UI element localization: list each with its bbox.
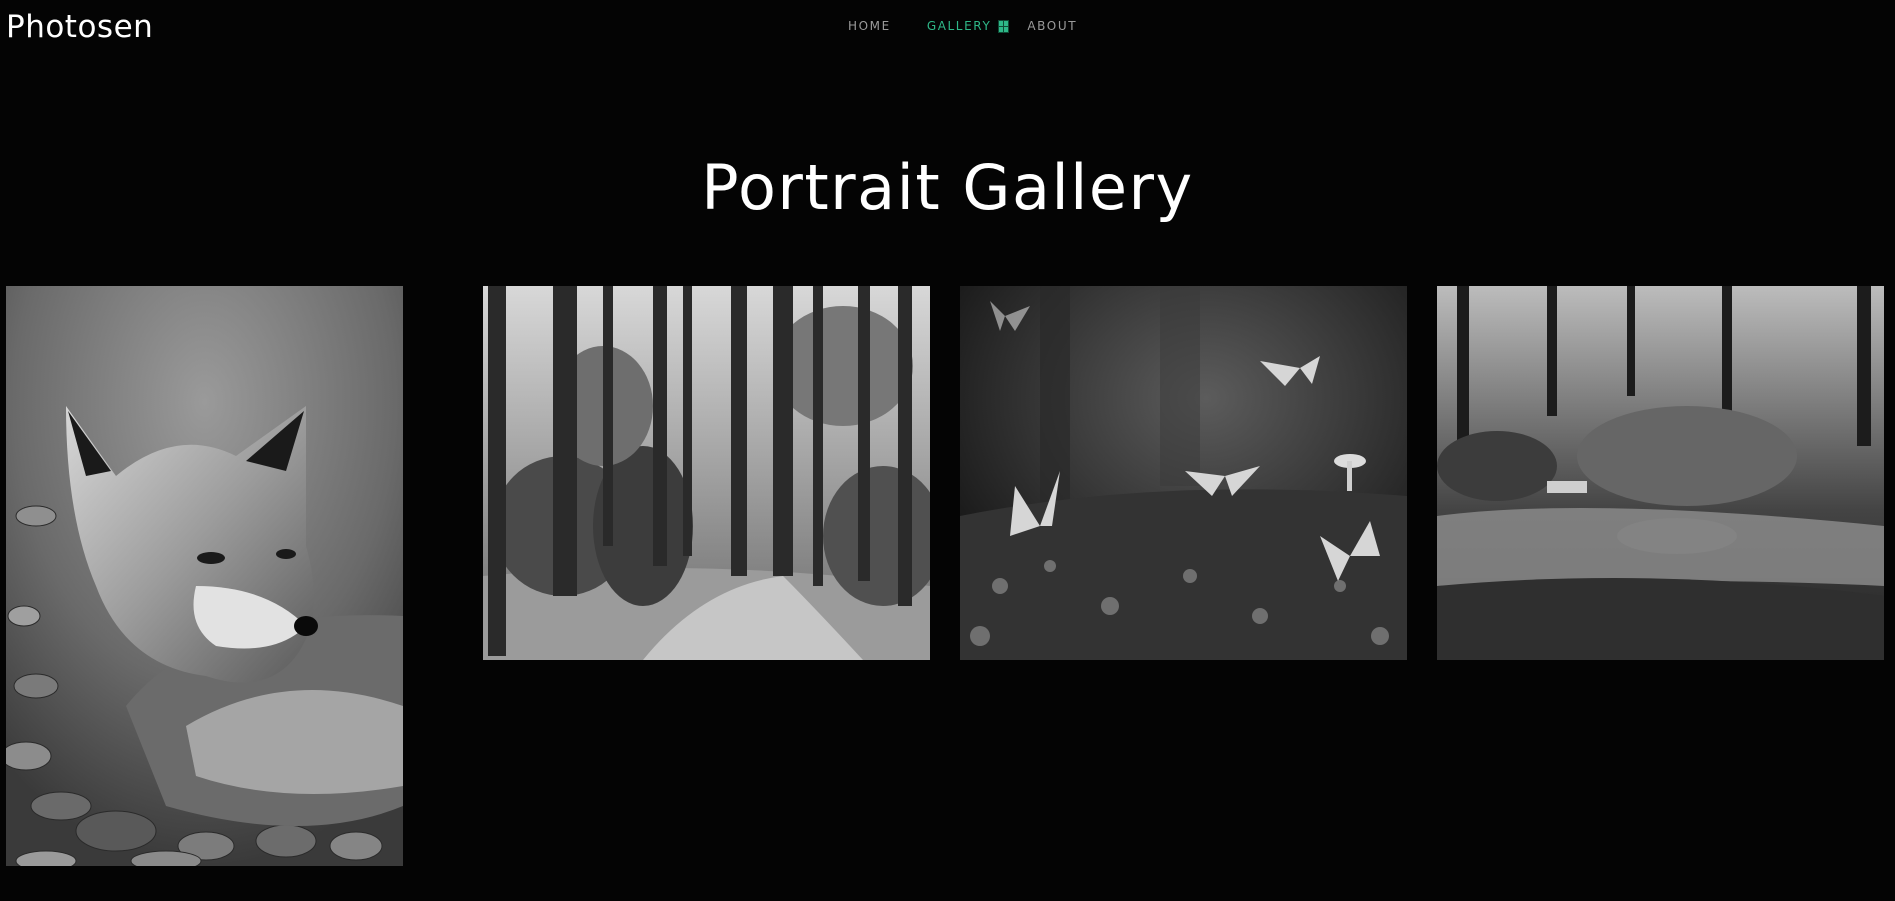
page: Photosen HOME GALLERY ABOUT Portrait Gal… [0, 0, 1895, 901]
stream-photo-image [1437, 286, 1884, 660]
page-title: Portrait Gallery [701, 151, 1194, 224]
photo-fox[interactable] [6, 286, 403, 866]
photo-forest[interactable] [483, 286, 930, 660]
photo-stream[interactable] [1437, 286, 1884, 660]
fox-photo-image [6, 286, 403, 866]
main-nav: HOME GALLERY ABOUT [848, 16, 1077, 36]
nav-about[interactable]: ABOUT [1027, 16, 1077, 36]
nav-gallery-label: GALLERY [926, 19, 992, 33]
brand-logo[interactable]: Photosen [6, 6, 153, 48]
photo-butterflies[interactable] [960, 286, 1407, 660]
forest-photo-image [483, 286, 930, 660]
nav-gallery[interactable]: GALLERY [927, 16, 1010, 36]
butterfly-photo-image [960, 286, 1407, 660]
nav-home[interactable]: HOME [848, 16, 891, 36]
grid-icon [998, 19, 1010, 33]
